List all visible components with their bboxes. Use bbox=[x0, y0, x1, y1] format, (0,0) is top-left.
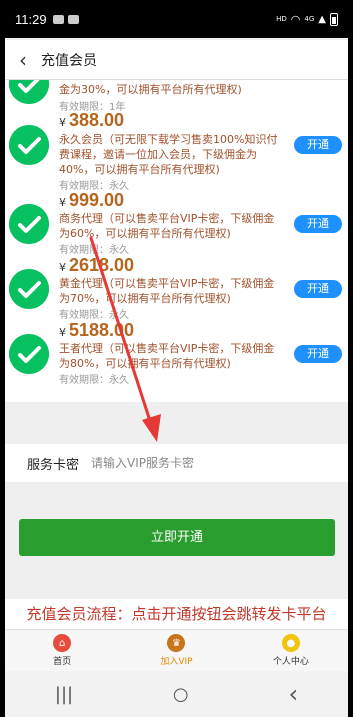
item-price: 5188.00 bbox=[69, 320, 135, 340]
item-price: 388.00 bbox=[69, 110, 125, 130]
list-item: ¥5188.00 王者代理（可以售卖平台VIP卡密，下级佣金为80%，可以拥有平… bbox=[5, 320, 348, 386]
price-row: ¥5188.00 bbox=[59, 320, 134, 341]
tab-home[interactable]: ⌂ 首页 bbox=[5, 630, 119, 671]
tab-personal-center[interactable]: ● 个人中心 bbox=[234, 630, 348, 671]
back-nav-icon[interactable]: ‹ bbox=[288, 680, 298, 708]
message-icon bbox=[52, 14, 64, 24]
item-price: 999.00 bbox=[69, 190, 125, 210]
signal-icon: ▲ bbox=[318, 13, 326, 25]
home-icon: ⌂ bbox=[53, 634, 72, 652]
page-title: 充值会员 bbox=[41, 52, 97, 69]
item-description: 永久会员（可无限下载学习售卖100%知识付费课程，邀请一位加入会员，下级佣金为4… bbox=[59, 133, 278, 176]
status-time: 11:29 bbox=[15, 11, 47, 27]
wechat-pay-icon bbox=[9, 125, 49, 165]
list-item-partial: 金为30%，可以拥有平台所有代理权) 有效期限：1年 bbox=[5, 80, 348, 113]
open-button[interactable]: 开通 bbox=[294, 215, 342, 233]
item-description: 商务代理（可以售卖平台VIP卡密，下级佣金为60%，可以拥有平台所有代理权) bbox=[59, 212, 275, 240]
wifi-icon: ◠ bbox=[290, 12, 301, 26]
currency-symbol: ¥ bbox=[59, 326, 66, 339]
vip-crown-icon: ♛ bbox=[167, 634, 186, 652]
list-item: ¥999.00 商务代理（可以售卖平台VIP卡密，下级佣金为60%，可以拥有平台… bbox=[5, 190, 348, 256]
item-description: 黄金代理（可以售卖平台VIP卡密，下级佣金为70%，可以拥有平台所有代理权) bbox=[59, 277, 275, 305]
back-arrow-icon[interactable]: ‹ bbox=[5, 48, 41, 72]
item-price: 2618.00 bbox=[69, 255, 135, 275]
item-expiry: 有效期限：永久 bbox=[59, 310, 129, 321]
wechat-pay-icon bbox=[9, 334, 49, 374]
bottom-tab-bar: ⌂ 首页 ♛ 加入VIP ● 个人中心 bbox=[5, 629, 348, 671]
service-card-input[interactable] bbox=[91, 456, 291, 470]
recharge-flow-notice: 充值会员流程：点击开通按钮会跳转发卡平台 bbox=[5, 599, 348, 629]
item-description: 王者代理（可以售卖平台VIP卡密，下级佣金为80%，可以拥有平台所有代理权) bbox=[59, 342, 275, 370]
activate-now-button[interactable]: 立即开通 bbox=[19, 519, 335, 556]
membership-list[interactable]: 金为30%，可以拥有平台所有代理权) 有效期限：1年 ¥388.00 永久会员（… bbox=[5, 80, 348, 402]
tab-personal-center-label: 个人中心 bbox=[272, 657, 309, 667]
price-row: ¥2618.00 bbox=[59, 255, 134, 276]
spacer bbox=[5, 402, 348, 444]
currency-symbol: ¥ bbox=[59, 196, 66, 209]
open-button[interactable]: 开通 bbox=[294, 136, 342, 154]
signal-label: 4G bbox=[304, 15, 315, 23]
top-bar: ‹ 充值会员 bbox=[5, 40, 348, 80]
open-button[interactable]: 开通 bbox=[294, 280, 342, 298]
battery-icon bbox=[330, 12, 338, 26]
wechat-pay-icon bbox=[9, 269, 49, 309]
recent-apps-icon[interactable]: ||| bbox=[55, 684, 73, 705]
hd-indicator: HD bbox=[276, 15, 287, 23]
currency-symbol: ¥ bbox=[59, 116, 66, 129]
phone-screen: 11:29 HD ◠ 4G ▲ ‹ 充值会员 金为30%，可以拥有平台所有代理权… bbox=[5, 0, 348, 717]
tab-join-vip-label: 加入VIP bbox=[160, 657, 193, 667]
service-card-row: 服务卡密 bbox=[5, 444, 348, 482]
item-expiry: 有效期限：永久 bbox=[59, 375, 129, 386]
tab-home-label: 首页 bbox=[53, 657, 72, 667]
wechat-pay-icon bbox=[9, 204, 49, 244]
wechat-pay-icon bbox=[9, 80, 49, 104]
user-icon: ● bbox=[281, 634, 300, 652]
status-bar: 11:29 HD ◠ 4G ▲ bbox=[5, 0, 348, 38]
service-card-label: 服务卡密 bbox=[27, 457, 80, 473]
open-button[interactable]: 开通 bbox=[294, 345, 342, 363]
item-description: 金为30%，可以拥有平台所有代理权) bbox=[59, 83, 242, 96]
list-item: ¥388.00 永久会员（可无限下载学习售卖100%知识付费课程，邀请一位加入会… bbox=[5, 110, 348, 192]
wechat-notification-icon bbox=[67, 14, 79, 24]
item-expiry: 有效期限：永久 bbox=[59, 245, 129, 256]
currency-symbol: ¥ bbox=[59, 261, 66, 274]
home-circle-icon[interactable]: ○ bbox=[173, 684, 189, 705]
price-row: ¥999.00 bbox=[59, 190, 124, 211]
list-item: ¥2618.00 黄金代理（可以售卖平台VIP卡密，下级佣金为70%，可以拥有平… bbox=[5, 255, 348, 321]
price-row: ¥388.00 bbox=[59, 110, 124, 131]
tab-join-vip[interactable]: ♛ 加入VIP bbox=[119, 630, 233, 671]
system-nav-bar: ||| ○ ‹ bbox=[5, 671, 348, 717]
